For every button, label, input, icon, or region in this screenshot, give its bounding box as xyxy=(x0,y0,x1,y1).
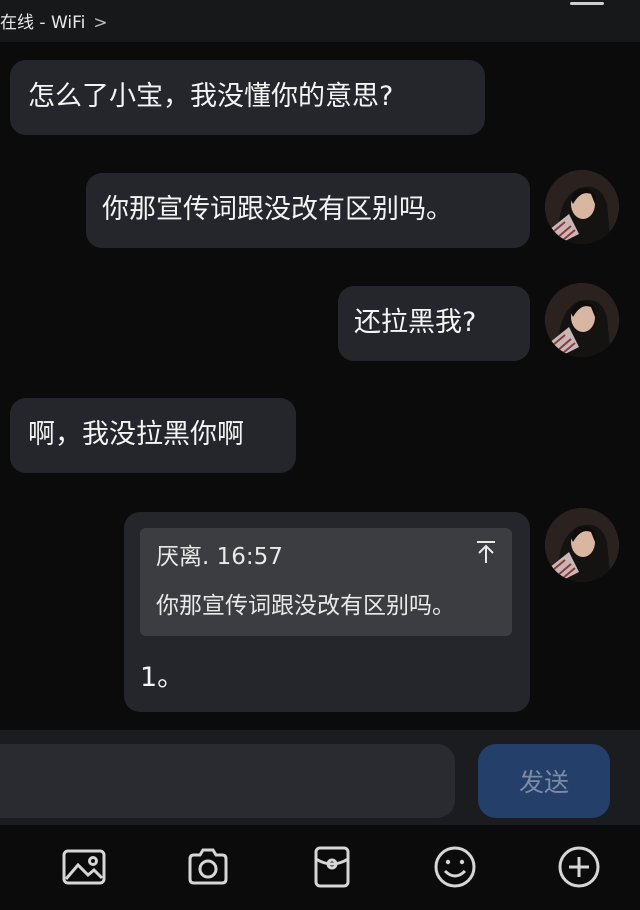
quote-text: 你那宣传词跟没改有区别吗。 xyxy=(156,593,455,619)
arrow-to-top-icon[interactable] xyxy=(476,540,496,575)
avatar[interactable] xyxy=(545,508,619,582)
message-bubble-received[interactable]: 怎么了小宝，我没懂你的意思? xyxy=(10,60,485,135)
image-icon[interactable] xyxy=(60,843,108,891)
bottom-toolbar xyxy=(0,825,640,910)
quoted-message[interactable]: 厌离. 16:57 你那宣传词跟没改有区别吗。 xyxy=(140,528,512,636)
message-text: 你那宣传词跟没改有区别吗。 xyxy=(102,194,453,225)
message-text: 还拉黑我? xyxy=(354,307,477,338)
avatar[interactable] xyxy=(545,283,619,357)
avatar-image xyxy=(545,283,619,357)
send-button[interactable]: 发送 xyxy=(478,744,610,818)
message-input[interactable] xyxy=(0,744,455,818)
emoji-icon[interactable] xyxy=(431,843,479,891)
avatar-image xyxy=(545,508,619,582)
message-text: 1。 xyxy=(140,662,185,693)
message-bubble-received[interactable]: 啊，我没拉黑你啊 xyxy=(10,398,296,473)
composer-bar: 发送 xyxy=(0,730,640,825)
connection-status[interactable]: 在线 - WiFi > xyxy=(0,8,108,33)
avatar[interactable] xyxy=(545,170,619,244)
red-packet-icon[interactable] xyxy=(308,843,356,891)
chevron-right-icon: > xyxy=(93,13,108,33)
avatar-image xyxy=(545,170,619,244)
quote-sender-time: 厌离. 16:57 xyxy=(156,544,283,570)
message-bubble-sent-reply[interactable]: 厌离. 16:57 你那宣传词跟没改有区别吗。 1。 xyxy=(124,512,530,712)
top-bar: 在线 - WiFi > xyxy=(0,0,640,42)
message-text: 怎么了小宝，我没懂你的意思? xyxy=(28,81,394,112)
message-bubble-sent[interactable]: 还拉黑我? xyxy=(338,286,530,361)
connection-status-text: 在线 - WiFi xyxy=(0,13,86,33)
menu-handle[interactable] xyxy=(570,2,604,5)
camera-icon[interactable] xyxy=(184,843,232,891)
plus-icon[interactable] xyxy=(555,843,603,891)
message-text: 啊，我没拉黑你啊 xyxy=(28,419,244,450)
message-bubble-sent[interactable]: 你那宣传词跟没改有区别吗。 xyxy=(86,173,530,248)
